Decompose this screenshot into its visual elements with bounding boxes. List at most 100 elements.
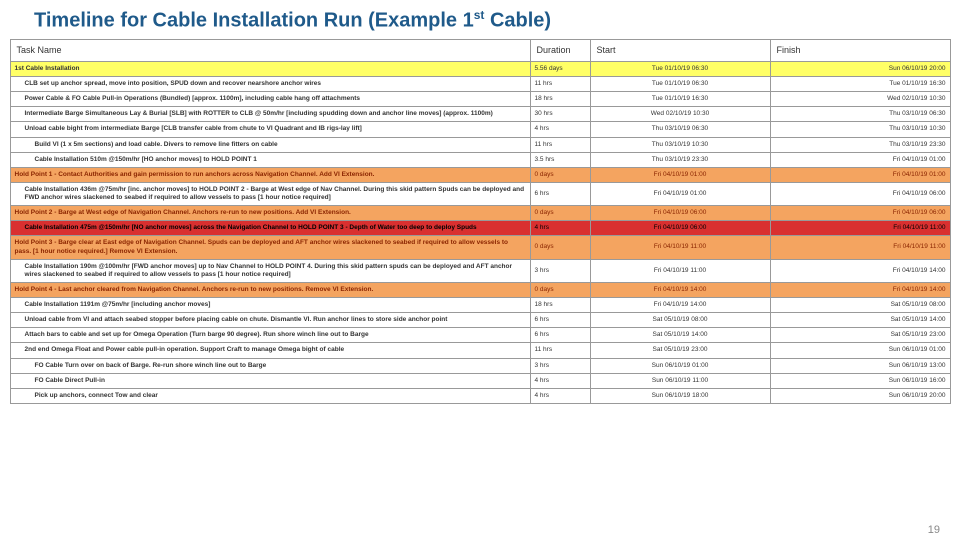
cell-duration: 4 hrs xyxy=(530,373,590,388)
cell-duration: 6 hrs xyxy=(530,328,590,343)
cell-start: Sat 05/10/19 08:00 xyxy=(590,313,770,328)
table-row: Cable Installation 436m @75m/hr [inc. an… xyxy=(10,182,950,205)
table-header-row: Task Name Duration Start Finish xyxy=(10,39,950,61)
cell-task-name: 2nd end Omega Float and Power cable pull… xyxy=(10,343,530,358)
cell-duration: 4 hrs xyxy=(530,122,590,137)
cell-duration: 18 hrs xyxy=(530,92,590,107)
cell-finish: Fri 04/10/19 06:00 xyxy=(770,206,950,221)
table-row: Hold Point 4 - Last anchor cleared from … xyxy=(10,282,950,297)
cell-start: Thu 03/10/19 06:30 xyxy=(590,122,770,137)
cell-duration: 4 hrs xyxy=(530,221,590,236)
cell-finish: Tue 01/10/19 16:30 xyxy=(770,77,950,92)
cell-finish: Thu 03/10/19 10:30 xyxy=(770,122,950,137)
cell-start: Fri 04/10/19 14:00 xyxy=(590,282,770,297)
cell-start: Sat 05/10/19 23:00 xyxy=(590,343,770,358)
cell-start: Sun 06/10/19 11:00 xyxy=(590,373,770,388)
cell-task-name: Unload cable bight from intermediate Bar… xyxy=(10,122,530,137)
cell-task-name: Hold Point 2 - Barge at West edge of Nav… xyxy=(10,206,530,221)
cell-finish: Sun 06/10/19 16:00 xyxy=(770,373,950,388)
table-row: Hold Point 2 - Barge at West edge of Nav… xyxy=(10,206,950,221)
cell-task-name: Pick up anchors, connect Tow and clear xyxy=(10,388,530,403)
title-pre: Timeline for Cable Installation Run (Exa… xyxy=(34,10,474,32)
cell-finish: Fri 04/10/19 11:00 xyxy=(770,221,950,236)
cell-finish: Fri 04/10/19 11:00 xyxy=(770,236,950,259)
table-row: CLB set up anchor spread, move into posi… xyxy=(10,77,950,92)
cell-duration: 4 hrs xyxy=(530,388,590,403)
cell-start: Wed 02/10/19 10:30 xyxy=(590,107,770,122)
cell-task-name: Attach bars to cable and set up for Omeg… xyxy=(10,328,530,343)
table-row: Hold Point 1 - Contact Authorities and g… xyxy=(10,167,950,182)
timeline-table: Task Name Duration Start Finish 1st Cabl… xyxy=(10,39,951,404)
cell-duration: 11 hrs xyxy=(530,137,590,152)
cell-start: Sun 06/10/19 01:00 xyxy=(590,358,770,373)
cell-task-name: Power Cable & FO Cable Pull-in Operation… xyxy=(10,92,530,107)
cell-duration: 0 days xyxy=(530,282,590,297)
cell-task-name: CLB set up anchor spread, move into posi… xyxy=(10,77,530,92)
cell-finish: Sat 05/10/19 23:00 xyxy=(770,328,950,343)
cell-start: Tue 01/10/19 06:30 xyxy=(590,61,770,76)
cell-finish: Thu 03/10/19 06:30 xyxy=(770,107,950,122)
cell-start: Fri 04/10/19 06:00 xyxy=(590,206,770,221)
page-number: 19 xyxy=(928,524,940,536)
cell-start: Sun 06/10/19 18:00 xyxy=(590,388,770,403)
cell-finish: Fri 04/10/19 01:00 xyxy=(770,152,950,167)
cell-finish: Sat 05/10/19 08:00 xyxy=(770,298,950,313)
cell-finish: Wed 02/10/19 10:30 xyxy=(770,92,950,107)
col-task-name: Task Name xyxy=(10,39,530,61)
cell-duration: 11 hrs xyxy=(530,77,590,92)
table-row: Cable Installation 1191m @75m/hr [includ… xyxy=(10,298,950,313)
cell-task-name: Build VI (1 x 5m sections) and load cabl… xyxy=(10,137,530,152)
cell-finish: Sun 06/10/19 01:00 xyxy=(770,343,950,358)
col-start: Start xyxy=(590,39,770,61)
title-sup: st xyxy=(474,8,485,22)
table-row: 2nd end Omega Float and Power cable pull… xyxy=(10,343,950,358)
cell-finish: Sat 05/10/19 14:00 xyxy=(770,313,950,328)
cell-task-name: Intermediate Barge Simultaneous Lay & Bu… xyxy=(10,107,530,122)
cell-start: Tue 01/10/19 16:30 xyxy=(590,92,770,107)
cell-finish: Sun 06/10/19 20:00 xyxy=(770,388,950,403)
table-row: Power Cable & FO Cable Pull-in Operation… xyxy=(10,92,950,107)
cell-finish: Fri 04/10/19 01:00 xyxy=(770,167,950,182)
table-row: Pick up anchors, connect Tow and clear4 … xyxy=(10,388,950,403)
cell-task-name: Cable Installation 1191m @75m/hr [includ… xyxy=(10,298,530,313)
cell-start: Tue 01/10/19 06:30 xyxy=(590,77,770,92)
cell-start: Fri 04/10/19 01:00 xyxy=(590,167,770,182)
cell-finish: Sun 06/10/19 13:00 xyxy=(770,358,950,373)
cell-start: Fri 04/10/19 14:00 xyxy=(590,298,770,313)
table-row: 1st Cable Installation5.56 daysTue 01/10… xyxy=(10,61,950,76)
cell-start: Fri 04/10/19 01:00 xyxy=(590,182,770,205)
title-post: Cable) xyxy=(484,10,551,32)
table-row: FO Cable Direct Pull-in4 hrsSun 06/10/19… xyxy=(10,373,950,388)
cell-task-name: Cable Installation 510m @150m/hr [HO anc… xyxy=(10,152,530,167)
cell-duration: 0 days xyxy=(530,236,590,259)
cell-duration: 30 hrs xyxy=(530,107,590,122)
cell-task-name: Hold Point 1 - Contact Authorities and g… xyxy=(10,167,530,182)
cell-duration: 3 hrs xyxy=(530,259,590,282)
cell-task-name: Cable Installation 190m @100m/hr [FWD an… xyxy=(10,259,530,282)
cell-duration: 5.56 days xyxy=(530,61,590,76)
table-row: Hold Point 3 - Barge clear at East edge … xyxy=(10,236,950,259)
table-row: Intermediate Barge Simultaneous Lay & Bu… xyxy=(10,107,950,122)
table-row: Build VI (1 x 5m sections) and load cabl… xyxy=(10,137,950,152)
cell-start: Sat 05/10/19 14:00 xyxy=(590,328,770,343)
cell-task-name: Hold Point 4 - Last anchor cleared from … xyxy=(10,282,530,297)
cell-start: Fri 04/10/19 11:00 xyxy=(590,259,770,282)
cell-finish: Fri 04/10/19 06:00 xyxy=(770,182,950,205)
cell-duration: 6 hrs xyxy=(530,182,590,205)
cell-task-name: Hold Point 3 - Barge clear at East edge … xyxy=(10,236,530,259)
page-title: Timeline for Cable Installation Run (Exa… xyxy=(0,0,960,39)
table-row: FO Cable Turn over on back of Barge. Re-… xyxy=(10,358,950,373)
table-row: Cable Installation 190m @100m/hr [FWD an… xyxy=(10,259,950,282)
cell-start: Fri 04/10/19 06:00 xyxy=(590,221,770,236)
table-row: Attach bars to cable and set up for Omeg… xyxy=(10,328,950,343)
cell-duration: 18 hrs xyxy=(530,298,590,313)
table-row: Unload cable bight from intermediate Bar… xyxy=(10,122,950,137)
cell-finish: Fri 04/10/19 14:00 xyxy=(770,282,950,297)
cell-task-name: 1st Cable Installation xyxy=(10,61,530,76)
cell-duration: 11 hrs xyxy=(530,343,590,358)
col-finish: Finish xyxy=(770,39,950,61)
cell-duration: 0 days xyxy=(530,206,590,221)
cell-start: Fri 04/10/19 11:00 xyxy=(590,236,770,259)
col-duration: Duration xyxy=(530,39,590,61)
table-row: Cable Installation 475m @150m/hr [NO anc… xyxy=(10,221,950,236)
